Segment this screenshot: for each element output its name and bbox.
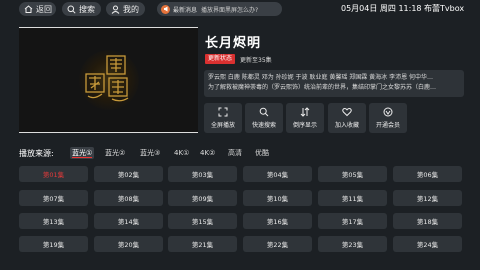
home-icon <box>24 5 33 13</box>
episode-button[interactable]: 第07集 <box>19 190 88 206</box>
episode-button[interactable]: 第10集 <box>243 190 312 206</box>
vip-membership-button[interactable]: 开通会员 <box>369 103 407 133</box>
episode-button[interactable]: 第02集 <box>94 166 163 182</box>
top-bar: 返回 搜索 我的 最新消息 播放界面黑屏怎么办? 05月04日 周四 11:18… <box>0 0 480 18</box>
episode-button[interactable]: 第05集 <box>318 166 387 182</box>
source-tab[interactable]: 4K② <box>198 147 217 159</box>
source-tab[interactable]: 蓝光② <box>103 147 127 159</box>
fullscreen-play-label: 全屏播放 <box>210 122 235 129</box>
back-label: 返回 <box>36 4 52 14</box>
update-status-text: 更新至35集 <box>240 57 272 64</box>
back-button[interactable]: 返回 <box>19 2 56 16</box>
episode-button[interactable]: 第20集 <box>94 236 163 252</box>
source-tab[interactable]: 蓝光③ <box>138 147 162 159</box>
source-tab[interactable]: 优酷 <box>253 147 271 159</box>
episode-button[interactable]: 第09集 <box>168 190 237 206</box>
title-seal-logo <box>85 55 129 102</box>
add-favorite-label: 加入收藏 <box>334 122 359 129</box>
news-message: 播放界面黑屏怎么办? <box>201 6 259 14</box>
episode-button[interactable]: 第03集 <box>168 166 237 182</box>
vip-membership-label: 开通会员 <box>375 122 400 129</box>
source-label: 播放来源: <box>19 149 54 158</box>
fullscreen-icon <box>218 107 228 117</box>
episode-button[interactable]: 第19集 <box>19 236 88 252</box>
description-line: 罗云熙 白鹿 陈都灵 邓为 孙珍妮 于波 耿业庭 黄馨瑶 郑国霖 黄海冰 李沛恩… <box>208 74 433 81</box>
episode-button[interactable]: 第15集 <box>168 213 237 229</box>
episode-button[interactable]: 第06集 <box>393 166 462 182</box>
mine-label: 我的 <box>123 4 139 14</box>
search-icon <box>259 107 269 117</box>
show-title: 长月烬明 <box>205 36 262 51</box>
user-icon <box>111 5 120 14</box>
vip-icon <box>383 107 393 117</box>
episode-button[interactable]: 第04集 <box>243 166 312 182</box>
search-icon <box>67 5 76 14</box>
add-favorite-button[interactable]: 加入收藏 <box>328 103 366 133</box>
episode-button[interactable]: 第01集 <box>19 166 88 182</box>
episode-button[interactable]: 第22集 <box>243 236 312 252</box>
brand-name: 布蕾Tvbox <box>424 4 465 13</box>
episode-button[interactable]: 第12集 <box>393 190 462 206</box>
heart-icon <box>342 107 352 117</box>
episode-button[interactable]: 第17集 <box>318 213 387 229</box>
quick-search-button[interactable]: 快速搜索 <box>245 103 283 133</box>
mine-button[interactable]: 我的 <box>106 2 145 16</box>
episode-button[interactable]: 第18集 <box>393 213 462 229</box>
episode-button[interactable]: 第16集 <box>243 213 312 229</box>
description-line: 为了解救被魔神荼毒的（罗云熙饰）统治前辈的世界，集结印掌门之女黎苏苏（白鹿… <box>208 84 437 91</box>
episode-button[interactable]: 第08集 <box>94 190 163 206</box>
news-label: 最新消息 <box>173 6 198 14</box>
reverse-order-label: 倒序显示 <box>292 122 317 129</box>
search-label: 搜索 <box>79 4 95 14</box>
clock: 05月04日 周四 11:18 <box>341 4 422 13</box>
episode-button[interactable]: 第14集 <box>94 213 163 229</box>
search-button[interactable]: 搜索 <box>62 2 101 16</box>
quick-search-label: 快速搜索 <box>251 122 276 129</box>
status-badge: 更新状态 <box>205 54 236 64</box>
news-ticker[interactable]: 最新消息 播放界面黑屏怎么办? <box>157 2 282 16</box>
fullscreen-play-button[interactable]: 全屏播放 <box>204 103 242 133</box>
reverse-order-button[interactable]: 倒序显示 <box>286 103 324 133</box>
source-tab[interactable]: 蓝光① <box>70 147 95 159</box>
episode-button[interactable]: 第11集 <box>318 190 387 206</box>
source-tab[interactable]: 高清 <box>226 147 244 159</box>
episode-button[interactable]: 第13集 <box>19 213 88 229</box>
megaphone-icon <box>161 4 170 14</box>
episode-button[interactable]: 第24集 <box>393 236 462 252</box>
episode-button[interactable]: 第21集 <box>168 236 237 252</box>
description-box[interactable]: 罗云熙 白鹿 陈都灵 邓为 孙珍妮 于波 耿业庭 黄馨瑶 郑国霖 黄海冰 李沛恩… <box>204 70 464 97</box>
episode-button[interactable]: 第23集 <box>318 236 387 252</box>
source-tab[interactable]: 4K① <box>172 147 191 159</box>
video-player[interactable] <box>19 27 198 133</box>
sort-icon <box>300 107 310 117</box>
